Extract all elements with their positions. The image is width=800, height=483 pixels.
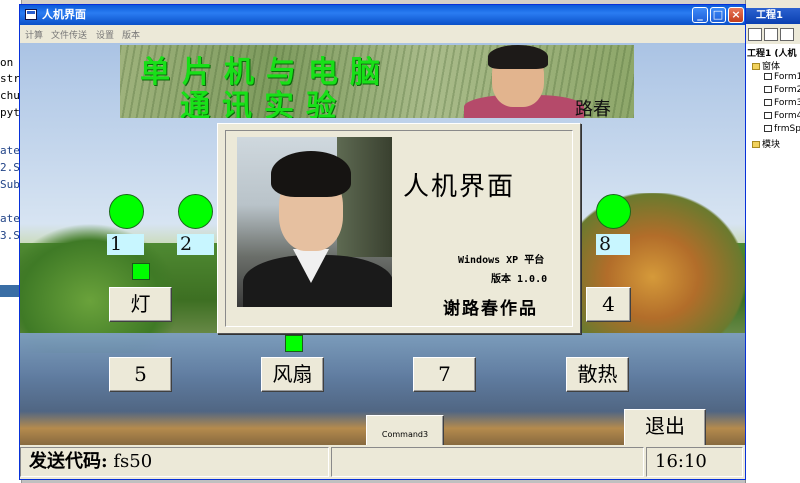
minimize-button[interactable]: _ [692, 7, 708, 23]
code-line: ate [0, 144, 20, 157]
code-line: ate [0, 212, 20, 225]
tree-node-form[interactable]: Form2 [764, 85, 800, 95]
author-photo [237, 137, 392, 307]
code-line: Sub [0, 178, 20, 191]
view-code-icon[interactable] [748, 28, 762, 41]
code-line: 2.S [0, 161, 20, 174]
code-line: str [0, 72, 20, 85]
form-icon [764, 86, 772, 93]
indicator-light-2 [178, 194, 213, 229]
cooling-button[interactable]: 散热 [566, 357, 629, 392]
tree-node-form[interactable]: Form4 [764, 111, 800, 121]
status-panel-send: 发送代码: fs50 [20, 447, 329, 477]
banner-portrait [464, 45, 584, 118]
code-line: pyt [0, 106, 20, 119]
channel-label-2: 2 [177, 234, 214, 255]
folder-icon [752, 141, 760, 148]
project-explorer-title: 工程1 [746, 8, 800, 24]
splash-title: 人机界面 [403, 172, 516, 202]
menu-bar: 计算 文件传送 设置 版本 [20, 25, 745, 43]
menu-file-transfer[interactable]: 文件传送 [51, 28, 87, 41]
menu-calculate[interactable]: 计算 [25, 28, 43, 41]
send-code-value: fs50 [113, 451, 153, 472]
app-icon [25, 9, 37, 20]
status-time: 16:10 [655, 451, 707, 472]
window-title: 人机界面 [42, 8, 86, 21]
indicator-light-1 [109, 194, 144, 229]
menu-version[interactable]: 版本 [122, 28, 140, 41]
tree-node-project[interactable]: 工程1 (人机 [747, 46, 797, 59]
status-panel-middle [331, 447, 644, 477]
form-icon [764, 112, 772, 119]
tree-node-form[interactable]: Form3 [764, 98, 800, 108]
toggle-folders-icon[interactable] [780, 28, 794, 41]
splash-dialog: 人机界面 Windows XP 平台 版本 1.0.0 谢路春作品 [217, 123, 581, 334]
tree-node-modules[interactable]: 模块 [752, 137, 780, 150]
form-icon [764, 73, 772, 80]
indicator-light-8 [596, 194, 631, 229]
status-bar: 发送代码: fs50 16:10 [20, 445, 745, 479]
window-titlebar[interactable]: 人机界面 _ □ × [20, 5, 745, 25]
view-object-icon[interactable] [764, 28, 778, 41]
button-4[interactable]: 4 [586, 287, 631, 322]
splash-version: 版本 1.0.0 [491, 274, 548, 285]
send-code-label: 发送代码: [29, 451, 108, 472]
channel-label-1: 1 [107, 234, 144, 255]
form-icon [764, 99, 772, 106]
code-line: chu [0, 89, 20, 102]
maximize-button[interactable]: □ [710, 7, 726, 23]
status-square-light [132, 263, 150, 280]
banner-image: 单片机与电脑 通讯实验 路春 [120, 45, 634, 118]
project-toolbar [746, 26, 800, 44]
tree-node-form[interactable]: Form1 [764, 72, 800, 82]
channel-label-8: 8 [596, 234, 630, 255]
form-icon [764, 125, 772, 132]
tree-node-forms[interactable]: 窗体 [752, 59, 780, 72]
button-5[interactable]: 5 [109, 357, 172, 392]
banner-signature: 路春 [575, 99, 611, 118]
banner-title-line2: 通讯实验 [180, 89, 348, 118]
light-button[interactable]: 灯 [109, 287, 172, 322]
code-line: 3.S [0, 229, 20, 242]
project-explorer: 工程1 工程1 (人机 窗体 Form1 Form2 Form3 Form4 f… [745, 0, 800, 483]
splash-platform: Windows XP 平台 [458, 255, 545, 266]
close-button[interactable]: × [728, 7, 744, 23]
button-7[interactable]: 7 [413, 357, 476, 392]
splash-author: 谢路春作品 [443, 299, 538, 319]
folder-icon [752, 63, 760, 70]
command3-button[interactable]: Command3 [366, 415, 444, 445]
tree-node-form[interactable]: frmSp [764, 124, 800, 134]
fan-button[interactable]: 风扇 [261, 357, 324, 392]
exit-button[interactable]: 退出 [624, 409, 706, 445]
project-tree: 工程1 (人机 窗体 Form1 Form2 Form3 Form4 frmSp… [746, 44, 800, 483]
status-panel-time: 16:10 [646, 447, 743, 477]
code-line: on [0, 56, 14, 69]
menu-settings[interactable]: 设置 [96, 28, 114, 41]
status-square-fan [285, 335, 303, 352]
